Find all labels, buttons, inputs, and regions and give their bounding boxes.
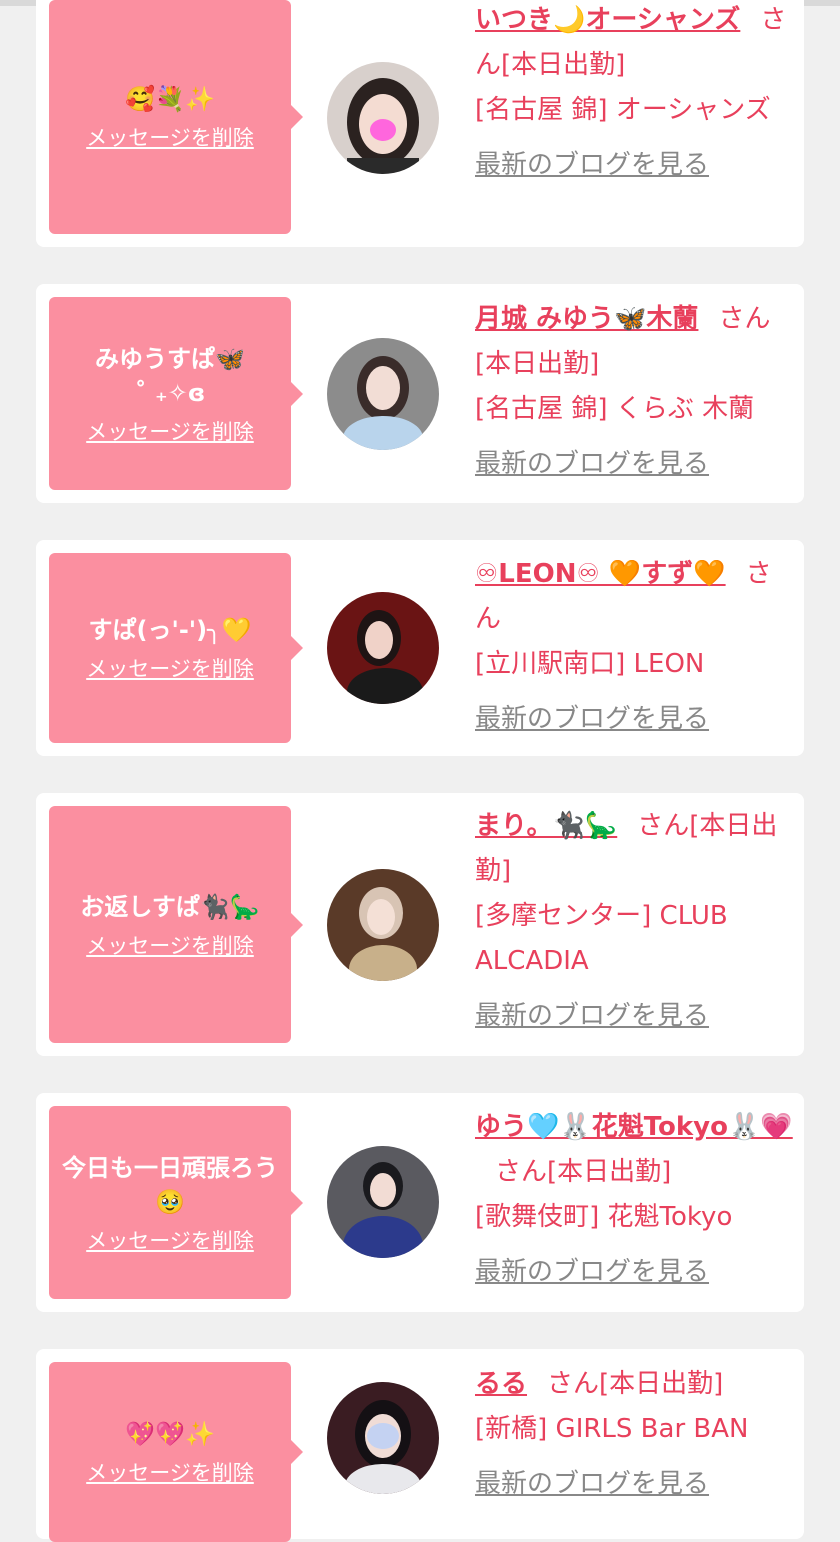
message-card: お返しすぱ🐈‍⬛🦕 メッセージを削除 まり。🐈‍⬛🦕 さん[本日出勤] [多摩セン… [36,793,804,1056]
cast-info: ゆう🩵🐰花魁Tokyo🐰💗 さん[本日出勤] [歌舞伎町] 花魁Tokyo 最新の… [475,1105,793,1295]
cast-name-link[interactable]: るる [475,1369,527,1399]
delete-message-link[interactable]: メッセージを削除 [86,1225,254,1255]
attendance-status: [本日出勤] [475,349,600,379]
message-card: すぱ(っ'-')╮💛 メッセージを削除 ♾LEON♾ 🧡すず🧡 さん [立川駅南口… [36,540,804,756]
cast-info: 月城 みゆう🦋木蘭 さん [本日出勤] [名古屋 錦] くらぶ 木蘭 最新のブログを… [475,297,793,487]
message-text: 🥰💐✨ [125,85,215,113]
shop-name: [名古屋 錦] オーシャンズ [475,95,771,125]
latest-blog-link[interactable]: 最新のブログを見る [475,143,793,188]
avatar[interactable] [327,62,439,174]
honorific: さん [718,304,771,334]
message-text: みゆうすぱ🦋 ˚ ₊✧ɞ [95,344,245,407]
message-bubble: みゆうすぱ🦋 ˚ ₊✧ɞ メッセージを削除 [49,297,303,490]
message-text: 今日も一日頑張ろう🥹 [62,1153,278,1216]
delete-message-link[interactable]: メッセージを削除 [86,416,254,446]
cast-info: ♾LEON♾ 🧡すず🧡 さん [立川駅南口] LEON 最新のブログを見る [475,552,793,742]
honorific: さん [637,811,690,841]
message-card: みゆうすぱ🦋 ˚ ₊✧ɞ メッセージを削除 月城 みゆう🦋木蘭 さん [本日出勤] … [36,284,804,503]
shop-name: [多摩センター] CLUB ALCADIA [475,901,728,976]
cast-name-link[interactable]: 月城 みゆう🦋木蘭 [475,304,698,334]
message-bubble: お返しすぱ🐈‍⬛🦕 メッセージを削除 [49,806,303,1043]
honorific: さん [547,1369,600,1399]
attendance-status: [本日出勤] [547,1157,672,1187]
shop-name: [新橋] GIRLS Bar BAN [475,1414,749,1444]
attendance-status: [本日出勤] [501,50,626,80]
avatar[interactable] [327,869,439,981]
cast-name-link[interactable]: まり。🐈‍⬛🦕 [475,811,617,841]
cast-name-link[interactable]: ゆう🩵🐰花魁Tokyo🐰💗 [475,1112,793,1142]
delete-message-link[interactable]: メッセージを削除 [86,122,254,152]
shop-name: [名古屋 錦] くらぶ 木蘭 [475,394,755,424]
avatar[interactable] [327,338,439,450]
avatar[interactable] [327,1146,439,1258]
latest-blog-link[interactable]: 最新のブログを見る [475,1462,793,1507]
message-card: 🥰💐✨ メッセージを削除 いつき🌙オーシャンズ さん[本日出勤] [名古屋 錦] … [36,0,804,247]
cast-info: まり。🐈‍⬛🦕 さん[本日出勤] [多摩センター] CLUB ALCADIA 最新… [475,804,793,1039]
cast-info: るる さん[本日出勤] [新橋] GIRLS Bar BAN 最新のブログを見る [475,1362,793,1507]
delete-message-link[interactable]: メッセージを削除 [86,930,254,960]
message-card: 💖💖✨ メッセージを削除 るる さん[本日出勤] [新橋] GIRLS Bar B… [36,1349,804,1542]
shop-name: [歌舞伎町] 花魁Tokyo [475,1202,733,1232]
message-bubble: すぱ(っ'-')╮💛 メッセージを削除 [49,553,303,743]
message-bubble: 今日も一日頑張ろう🥹 メッセージを削除 [49,1106,303,1299]
message-card: 今日も一日頑張ろう🥹 メッセージを削除 ゆう🩵🐰花魁Tokyo🐰💗 さん[本日出勤… [36,1093,804,1312]
delete-message-link[interactable]: メッセージを削除 [86,653,254,683]
cast-info: いつき🌙オーシャンズ さん[本日出勤] [名古屋 錦] オーシャンズ 最新のブログ… [475,0,793,188]
message-text: 💖💖✨ [125,1420,215,1448]
avatar[interactable] [327,1382,439,1494]
attendance-status: [本日出勤] [599,1369,724,1399]
cast-name-link[interactable]: いつき🌙オーシャンズ [475,5,740,35]
latest-blog-link[interactable]: 最新のブログを見る [475,1250,793,1295]
avatar[interactable] [327,592,439,704]
shop-name: [立川駅南口] LEON [475,649,705,679]
message-bubble: 🥰💐✨ メッセージを削除 [49,0,303,234]
honorific: さん [495,1157,548,1187]
cast-name-link[interactable]: ♾LEON♾ 🧡すず🧡 [475,559,726,589]
message-text: お返しすぱ🐈‍⬛🦕 [80,892,260,921]
latest-blog-link[interactable]: 最新のブログを見る [475,442,793,487]
delete-message-link[interactable]: メッセージを削除 [86,1457,254,1487]
latest-blog-link[interactable]: 最新のブログを見る [475,994,793,1039]
message-bubble: 💖💖✨ メッセージを削除 [49,1362,303,1542]
latest-blog-link[interactable]: 最新のブログを見る [475,697,793,742]
message-text: すぱ(っ'-')╮💛 [88,616,252,644]
